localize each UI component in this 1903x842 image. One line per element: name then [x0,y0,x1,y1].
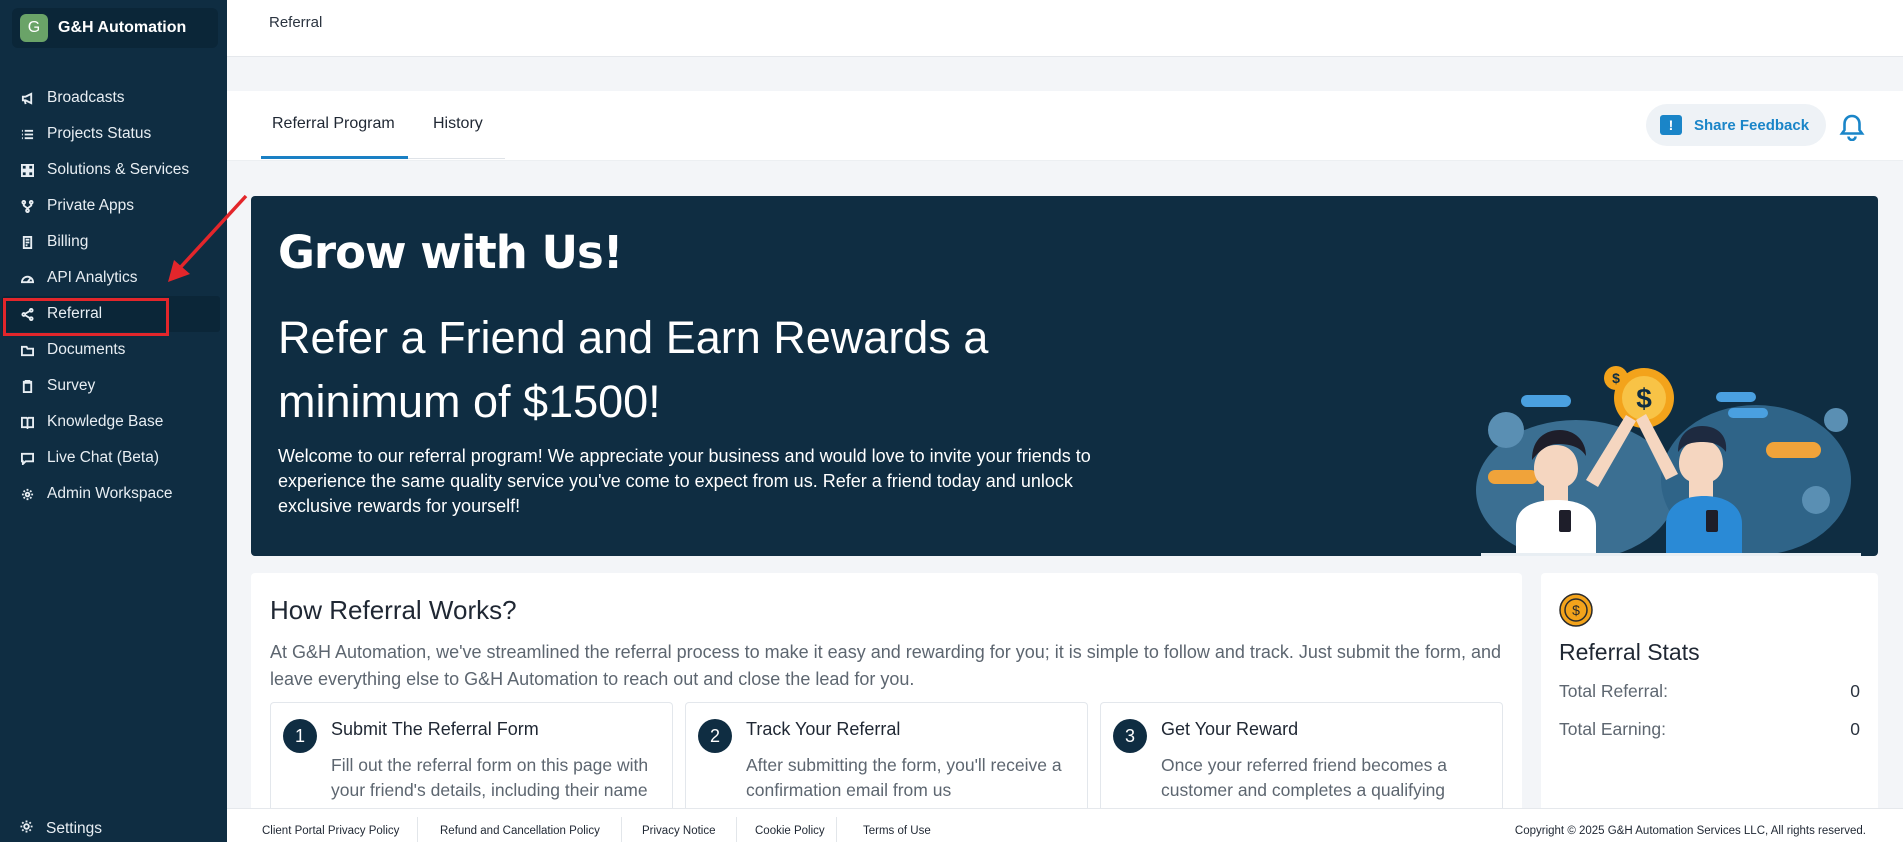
tab-referral-program[interactable]: Referral Program [272,115,395,133]
footer-link-privacy-policy[interactable]: Client Portal Privacy Policy [262,825,399,837]
sidebar-item-knowledge-base[interactable]: Knowledge Base [0,404,227,440]
sidebar-item-broadcasts[interactable]: Broadcasts [0,80,227,116]
tabs-bar: Referral Program History ! Share Feedbac… [227,91,1903,161]
share-feedback-button[interactable]: ! Share Feedback [1646,104,1826,146]
megaphone-icon [20,91,34,105]
hero-description: Welcome to our referral program! We appr… [278,446,1091,516]
how-description: At G&H Automation, we've streamlined the… [270,642,1501,689]
total-referral-label: Total Referral: [1559,681,1668,701]
sidebar-item-label: Admin Workspace [47,485,173,502]
coin-symbol-small: $ [1612,370,1620,386]
stats-coin-symbol: $ [1572,602,1580,618]
step-description: Fill out the referral form on this page … [331,755,649,800]
red-arrow-annotation [168,194,248,282]
footer-link-cookie-policy[interactable]: Cookie Policy [755,825,825,837]
footer-link-terms-of-use[interactable]: Terms of Use [863,825,931,837]
sidebar-item-label: Broadcasts [47,89,125,106]
share-feedback-label: Share Feedback [1694,116,1810,134]
sidebar-item-projects-status[interactable]: Projects Status [0,116,227,152]
brand-switcher[interactable]: G G&H Automation [12,8,218,48]
sidebar-nav: Broadcasts Projects Status Solutions & S… [0,80,227,512]
breadcrumb: Referral [269,14,323,31]
footer-divider [621,817,622,842]
sidebar-item-label: API Analytics [47,269,138,286]
sidebar-item-label: Knowledge Base [47,413,164,430]
stats-row-total-referral: Total Referral: 0 [1559,681,1860,702]
fork-icon [20,199,34,213]
step-title: Get Your Reward [1161,719,1299,739]
coin-icon: $ [1559,593,1593,627]
bell-icon[interactable] [1839,113,1865,141]
highlight-box [3,298,169,336]
referral-stats-card: $ Referral Stats Total Referral: 0 Total… [1541,573,1878,842]
footer-divider [417,817,418,842]
step-number: 1 [283,719,317,753]
footer-link-refund-policy[interactable]: Refund and Cancellation Policy [440,825,600,837]
step-title: Track Your Referral [746,719,901,739]
settings-label: Settings [46,820,103,837]
gauge-icon [20,271,34,285]
how-title: How Referral Works? [270,595,517,625]
hero-subtitle: Refer a Friend and Earn Rewards a minimu… [278,312,989,427]
step-description: Once your referred friend becomes a cust… [1161,755,1447,800]
gear-icon [20,820,33,838]
sidebar-item-label: Live Chat (Beta) [47,449,159,466]
tab-divider [408,158,505,159]
sidebar-item-label: Private Apps [47,197,135,214]
step-number: 2 [698,719,732,753]
sidebar-item-settings[interactable]: Settings [20,820,102,838]
grid-icon [20,163,34,177]
copyright: Copyright © 2025 G&H Automation Services… [1514,825,1866,837]
receipt-icon [20,235,34,249]
sidebar-item-label: Projects Status [47,125,152,142]
top-bar: Referral [227,0,1903,57]
book-icon [20,415,34,429]
sidebar-item-label: Survey [47,377,96,394]
referral-illustration: $ $ [1476,366,1861,556]
sidebar: G G&H Automation Broadcasts Projects Sta… [0,0,227,842]
sidebar-item-label: Documents [47,341,126,358]
footer-divider [836,817,837,842]
sidebar-item-admin-workspace[interactable]: Admin Workspace [0,476,227,512]
brand-name: G&H Automation [58,19,187,36]
sidebar-item-documents[interactable]: Documents [0,332,227,368]
list-icon [20,127,34,141]
sidebar-item-survey[interactable]: Survey [0,368,227,404]
hero-title: Grow with Us! [278,226,623,279]
total-earning-value: 0 [1850,719,1860,739]
step-description: After submitting the form, you'll receiv… [746,755,1062,800]
hero-banner: Grow with Us! Refer a Friend and Earn Re… [251,196,1878,556]
sidebar-item-label: Solutions & Services [47,161,190,178]
folder-icon [20,343,34,357]
sidebar-item-solutions-services[interactable]: Solutions & Services [0,152,227,188]
admin-icon [20,487,34,501]
footer-link-privacy-notice[interactable]: Privacy Notice [642,825,716,837]
footer: Client Portal Privacy Policy Refund and … [227,808,1903,842]
step-title: Submit The Referral Form [331,719,539,739]
coin-symbol: $ [1636,383,1652,414]
total-earning-label: Total Earning: [1559,719,1667,739]
sidebar-item-live-chat[interactable]: Live Chat (Beta) [0,440,227,476]
footer-divider [736,817,737,842]
feedback-icon: ! [1660,115,1682,135]
stats-row-total-earning: Total Earning: 0 [1559,719,1860,740]
chat-icon [20,451,34,465]
sidebar-item-label: Billing [47,233,89,250]
active-tab-indicator [261,156,408,159]
how-referral-works-card: How Referral Works? At G&H Automation, w… [251,573,1522,842]
clipboard-icon [20,379,34,393]
brand-avatar: G [20,14,48,42]
tab-history[interactable]: History [433,115,483,133]
total-referral-value: 0 [1850,681,1860,701]
step-number: 3 [1113,719,1147,753]
stats-title: Referral Stats [1559,639,1700,665]
